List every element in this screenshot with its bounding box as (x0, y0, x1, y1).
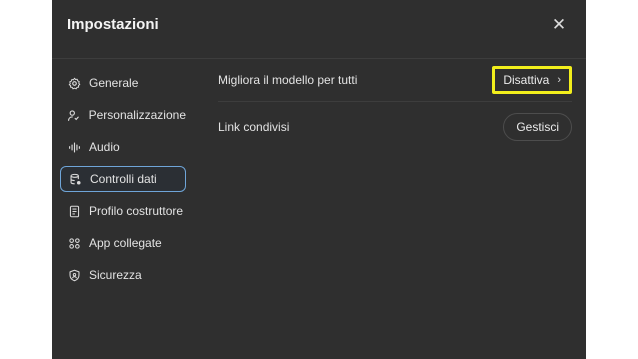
sidebar-item-controlli-dati[interactable]: Controlli dati (60, 166, 186, 192)
disable-improve-model-button[interactable]: Disattiva › (492, 65, 572, 94)
dialog-header: Impostazioni ✕ (52, 0, 586, 59)
audio-wave-icon (67, 140, 81, 154)
person-icon (67, 108, 81, 122)
shield-icon (67, 268, 81, 282)
manage-shared-links-button[interactable]: Gestisci (503, 113, 572, 141)
apps-grid-icon (67, 236, 81, 250)
sidebar-item-label: App collegate (89, 236, 162, 250)
improve-model-label: Migliora il modello per tutti (218, 72, 358, 87)
chevron-right-icon: › (557, 73, 561, 86)
sidebar-item-profilo-costruttore[interactable]: Profilo costruttore (60, 198, 186, 224)
sidebar-item-label: Sicurezza (89, 268, 142, 282)
settings-content: Migliora il modello per tutti Disattiva … (218, 58, 572, 152)
setting-row-improve-model: Migliora il modello per tutti Disattiva … (218, 58, 572, 102)
database-icon (68, 172, 82, 186)
id-card-icon (67, 204, 81, 218)
sidebar-item-label: Audio (89, 140, 120, 154)
sidebar-item-personalizzazione[interactable]: Personalizzazione (60, 102, 186, 128)
sidebar-item-label: Controlli dati (90, 172, 157, 186)
sidebar-item-generale[interactable]: Generale (60, 70, 186, 96)
settings-dialog: Impostazioni ✕ Generale Personalizzazion… (52, 0, 586, 359)
close-icon[interactable]: ✕ (550, 15, 568, 35)
disable-button-label: Disattiva (503, 72, 550, 87)
settings-sidebar: Generale Personalizzazione Audio Control… (60, 70, 190, 294)
shared-links-label: Link condivisi (218, 120, 290, 134)
sidebar-item-app-collegate[interactable]: App collegate (60, 230, 186, 256)
sidebar-item-sicurezza[interactable]: Sicurezza (60, 262, 186, 288)
setting-row-shared-links: Link condivisi Gestisci (218, 102, 572, 152)
sidebar-item-label: Profilo costruttore (89, 204, 184, 218)
dialog-title: Impostazioni (67, 16, 159, 33)
sidebar-item-audio[interactable]: Audio (60, 134, 186, 160)
sidebar-item-label: Generale (89, 76, 139, 90)
gear-icon (67, 76, 81, 90)
sidebar-item-label: Personalizzazione (88, 108, 186, 122)
